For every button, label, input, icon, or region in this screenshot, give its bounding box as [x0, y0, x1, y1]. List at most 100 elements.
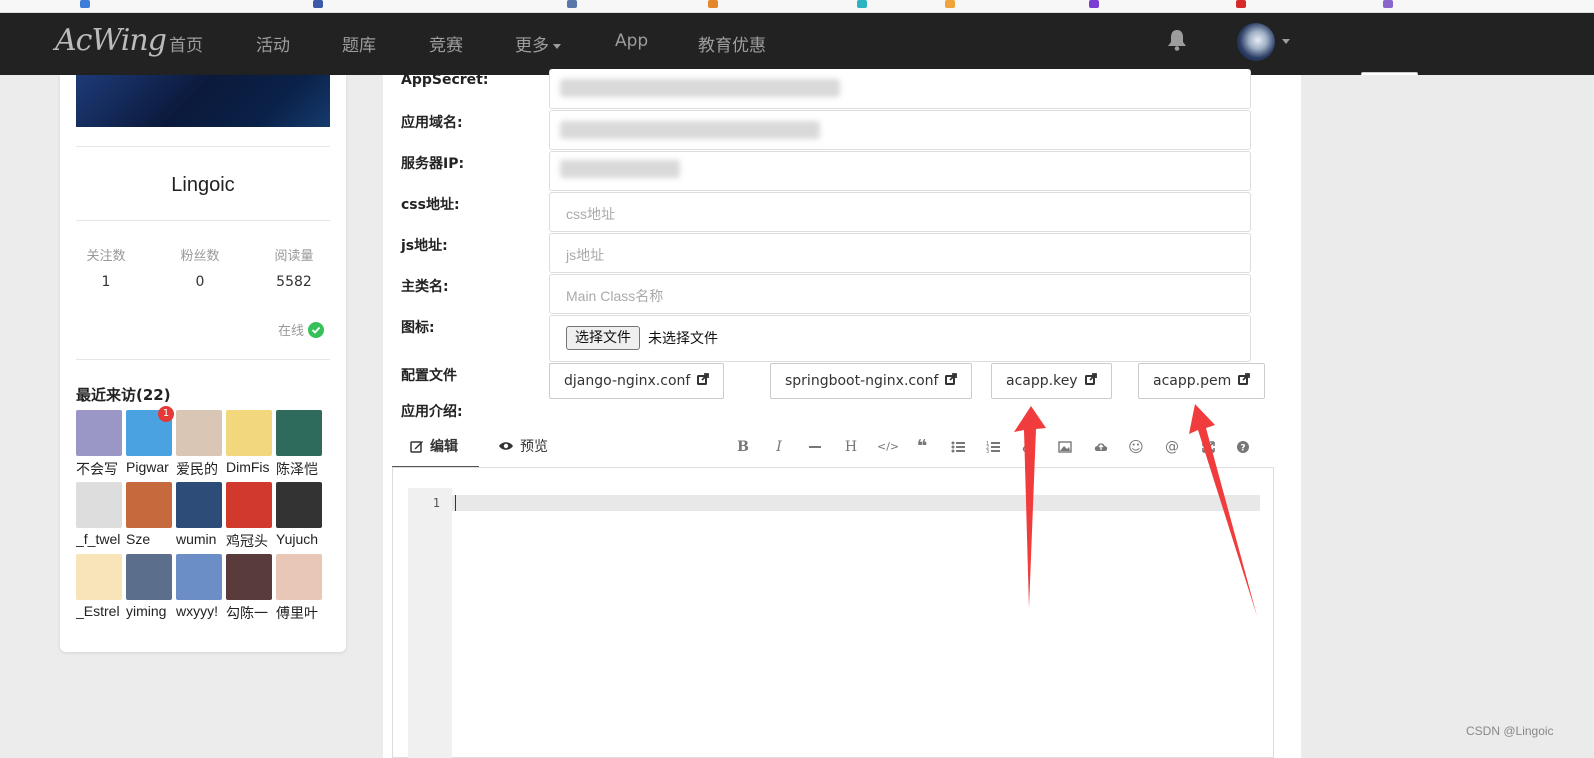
- bold-icon[interactable]: B: [734, 438, 752, 456]
- css-url-input[interactable]: css地址: [549, 192, 1251, 232]
- stat-followers[interactable]: 粉丝数 0: [160, 245, 240, 290]
- help-icon[interactable]: ?: [1234, 438, 1252, 456]
- ol-icon[interactable]: 123: [984, 438, 1002, 456]
- visitor-avatar[interactable]: [76, 554, 122, 600]
- visitor-item[interactable]: 傅里叶: [276, 554, 326, 623]
- acapp-pem-button[interactable]: acapp.pem: [1138, 363, 1266, 399]
- visitor-avatar[interactable]: [276, 410, 322, 456]
- main-class-input[interactable]: Main Class名称: [549, 274, 1251, 314]
- markdown-editor[interactable]: 1: [392, 468, 1274, 758]
- visitor-name[interactable]: wumin: [176, 531, 224, 547]
- visitor-avatar[interactable]: [276, 482, 322, 528]
- bookmark-icon[interactable]: [567, 0, 577, 8]
- tab-edit[interactable]: 编辑: [410, 436, 458, 456]
- visitor-name[interactable]: 陈泽恺: [276, 459, 324, 479]
- bookmark-icon[interactable]: [1089, 0, 1099, 8]
- visitor-item[interactable]: DimFis: [226, 410, 276, 475]
- bookmark-icon[interactable]: [1236, 0, 1246, 8]
- at-icon[interactable]: @: [1163, 438, 1181, 456]
- bookmark-icon[interactable]: [708, 0, 718, 8]
- visitor-item[interactable]: wumin: [176, 482, 226, 547]
- visitor-item[interactable]: wxyyy!: [176, 554, 226, 619]
- visitor-item[interactable]: Yujuch: [276, 482, 326, 547]
- visitor-name[interactable]: Sze: [126, 531, 174, 547]
- visitor-avatar[interactable]: [126, 554, 172, 600]
- django-nginx-conf-button[interactable]: django-nginx.conf: [549, 363, 725, 399]
- online-label: 在线: [278, 324, 305, 339]
- acwing-logo[interactable]: AcWing: [55, 23, 167, 58]
- visitor-avatar[interactable]: [76, 410, 122, 456]
- css-url-placeholder: css地址: [566, 206, 615, 222]
- nav-problems[interactable]: 题库: [342, 31, 376, 56]
- visitor-avatar[interactable]: [226, 410, 272, 456]
- visitor-item[interactable]: 勾陈一: [226, 554, 276, 623]
- nav-activities[interactable]: 活动: [256, 31, 290, 56]
- js-url-input[interactable]: js地址: [549, 233, 1251, 273]
- visitor-name[interactable]: yiming: [126, 603, 174, 619]
- visitor-name[interactable]: 勾陈一: [226, 603, 274, 623]
- server-ip-field[interactable]: [549, 151, 1251, 191]
- link-icon[interactable]: [1020, 438, 1038, 456]
- visitor-avatar[interactable]: [126, 482, 172, 528]
- visitor-name[interactable]: 傅里叶: [276, 603, 324, 623]
- nav-more[interactable]: 更多: [515, 31, 561, 56]
- visitor-item[interactable]: Sze: [126, 482, 176, 547]
- code-icon[interactable]: </>: [877, 438, 899, 456]
- appsecret-field[interactable]: 重置: [549, 69, 1418, 109]
- heading-icon[interactable]: H: [842, 438, 860, 456]
- visitor-name[interactable]: Pigwar: [126, 459, 174, 475]
- domain-field[interactable]: [549, 110, 1251, 150]
- bell-icon[interactable]: [1167, 29, 1187, 55]
- bookmark-icon[interactable]: [1383, 0, 1393, 8]
- nav-contests[interactable]: 竞赛: [429, 31, 463, 56]
- visitor-avatar[interactable]: [176, 554, 222, 600]
- bookmark-icon[interactable]: [80, 0, 90, 8]
- visitor-item[interactable]: _f_twel: [76, 482, 126, 547]
- visitor-item[interactable]: _Estrel: [76, 554, 126, 619]
- hr-icon[interactable]: [806, 438, 824, 456]
- visitor-name[interactable]: DimFis: [226, 459, 274, 475]
- acapp-key-button[interactable]: acapp.key: [991, 363, 1112, 399]
- italic-icon[interactable]: I: [770, 438, 788, 456]
- visitor-avatar[interactable]: [226, 554, 272, 600]
- tab-preview[interactable]: 预览: [498, 436, 548, 456]
- visitor-item[interactable]: 陈泽恺: [276, 410, 326, 479]
- visitor-item[interactable]: 爱民的: [176, 410, 226, 479]
- ul-icon[interactable]: [949, 438, 967, 456]
- bookmark-icon[interactable]: [313, 0, 323, 8]
- nav-education[interactable]: 教育优惠: [698, 31, 766, 56]
- visitor-name[interactable]: 鸡冠头: [226, 531, 274, 551]
- profile-username[interactable]: Lingoic: [60, 174, 346, 197]
- visitor-avatar[interactable]: [176, 410, 222, 456]
- nav-home[interactable]: 首页: [169, 31, 203, 56]
- bookmark-icon[interactable]: [945, 0, 955, 8]
- choose-file-button[interactable]: 选择文件: [566, 326, 640, 350]
- caret-down-icon[interactable]: [1282, 39, 1290, 44]
- watermark: CSDN @Lingoic: [1466, 724, 1554, 738]
- visitor-name[interactable]: _Estrel: [76, 603, 124, 619]
- visitor-avatar[interactable]: [276, 554, 322, 600]
- visitor-name[interactable]: wxyyy!: [176, 603, 224, 619]
- quote-icon[interactable]: ❝: [913, 438, 931, 456]
- user-avatar[interactable]: [1237, 23, 1275, 61]
- nav-app[interactable]: App: [615, 31, 648, 51]
- visitor-item[interactable]: yiming: [126, 554, 176, 619]
- visitor-avatar[interactable]: [176, 482, 222, 528]
- visitor-avatar[interactable]: [76, 482, 122, 528]
- fullscreen-icon[interactable]: [1199, 438, 1217, 456]
- stat-following[interactable]: 关注数 1: [66, 245, 146, 290]
- upload-icon[interactable]: [1092, 438, 1110, 456]
- visitor-avatar[interactable]: [226, 482, 272, 528]
- springboot-nginx-conf-button[interactable]: springboot-nginx.conf: [770, 363, 973, 399]
- emoji-icon[interactable]: ☺: [1127, 438, 1145, 456]
- image-icon[interactable]: [1056, 438, 1074, 456]
- visitor-item[interactable]: 不会写: [76, 410, 126, 479]
- bookmark-icon[interactable]: [857, 0, 867, 8]
- visitor-item[interactable]: 鸡冠头: [226, 482, 276, 551]
- visitor-name[interactable]: Yujuch: [276, 531, 324, 547]
- visitor-item[interactable]: 1 Pigwar: [126, 406, 176, 475]
- visitor-name[interactable]: 不会写: [76, 459, 124, 479]
- caret-down-icon: [553, 43, 561, 49]
- visitor-name[interactable]: 爱民的: [176, 459, 224, 479]
- visitor-name[interactable]: _f_twel: [76, 531, 124, 547]
